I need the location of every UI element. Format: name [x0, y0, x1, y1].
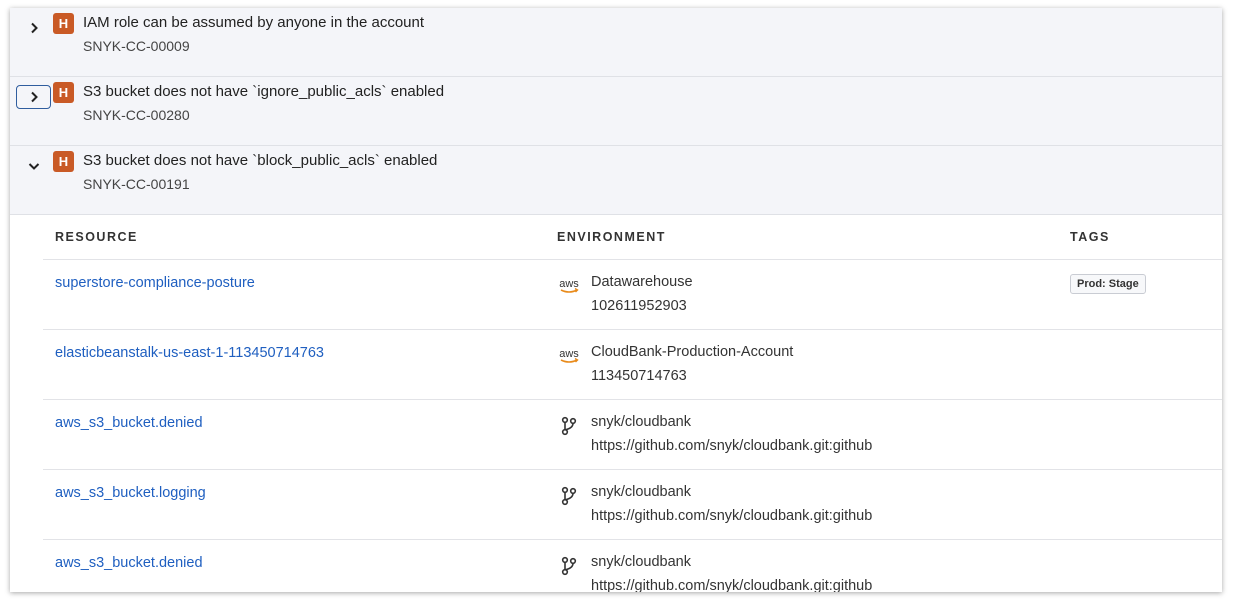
repository-name: snyk/cloudbank	[591, 554, 691, 570]
environment-account-id: 113450714763	[591, 368, 687, 384]
environment-name: CloudBank-Production-Account	[591, 344, 794, 360]
expand-chevron-button[interactable]	[16, 85, 51, 109]
issue-row[interactable]: H IAM role can be assumed by anyone in t…	[10, 8, 1222, 77]
environment-name: Datawarehouse	[591, 274, 693, 290]
collapse-chevron-button[interactable]	[16, 154, 51, 178]
resources-table: RESOURCE ENVIRONMENT TAGS superstore-com…	[10, 215, 1222, 592]
resource-link[interactable]: aws_s3_bucket.denied	[55, 415, 203, 431]
chevron-right-icon	[30, 22, 38, 34]
severity-badge: H	[53, 13, 74, 34]
aws-icon: aws	[557, 276, 581, 296]
table-row: elasticbeanstalk-us-east-1-113450714763 …	[43, 330, 1222, 400]
issue-row[interactable]: H S3 bucket does not have `ignore_public…	[10, 77, 1222, 146]
repository-url: https://github.com/snyk/cloudbank.git:gi…	[591, 578, 873, 592]
issue-id: SNYK-CC-00009	[83, 38, 190, 54]
table-header: RESOURCE ENVIRONMENT TAGS	[43, 215, 1222, 260]
severity-badge: H	[53, 82, 74, 103]
repository-name: snyk/cloudbank	[591, 414, 691, 430]
aws-icon: aws	[557, 346, 581, 366]
tag-badge[interactable]: Prod: Stage	[1070, 274, 1146, 294]
issue-title[interactable]: IAM role can be assumed by anyone in the…	[83, 14, 424, 31]
repository-url: https://github.com/snyk/cloudbank.git:gi…	[591, 508, 873, 524]
environment-account-id: 102611952903	[591, 298, 687, 314]
resource-link[interactable]: aws_s3_bucket.denied	[55, 555, 203, 571]
column-header-resource[interactable]: RESOURCE	[55, 230, 138, 244]
expand-chevron-button[interactable]	[16, 16, 51, 40]
resource-link[interactable]: superstore-compliance-posture	[55, 275, 255, 291]
column-header-environment[interactable]: ENVIRONMENT	[557, 230, 666, 244]
git-branch-icon	[557, 556, 581, 576]
issue-title[interactable]: S3 bucket does not have `block_public_ac…	[83, 152, 437, 169]
issue-id: SNYK-CC-00191	[83, 176, 190, 192]
git-branch-icon	[557, 416, 581, 436]
issue-title[interactable]: S3 bucket does not have `ignore_public_a…	[83, 83, 444, 100]
svg-text:aws: aws	[559, 348, 579, 360]
table-row: superstore-compliance-posture aws Datawa…	[43, 260, 1222, 330]
chevron-down-icon	[28, 163, 39, 170]
table-row: aws_s3_bucket.logging snyk/cloudbank htt…	[43, 470, 1222, 540]
column-header-tags[interactable]: TAGS	[1070, 230, 1110, 244]
issues-panel: H IAM role can be assumed by anyone in t…	[10, 8, 1222, 592]
git-branch-icon	[557, 486, 581, 506]
svg-text:aws: aws	[559, 278, 579, 290]
resource-link[interactable]: aws_s3_bucket.logging	[55, 485, 206, 501]
repository-url: https://github.com/snyk/cloudbank.git:gi…	[591, 438, 873, 454]
table-row: aws_s3_bucket.denied snyk/cloudbank http…	[43, 540, 1222, 592]
resource-link[interactable]: elasticbeanstalk-us-east-1-113450714763	[55, 345, 324, 361]
repository-name: snyk/cloudbank	[591, 484, 691, 500]
issue-row-expanded[interactable]: H S3 bucket does not have `block_public_…	[10, 146, 1222, 215]
chevron-right-icon	[30, 91, 38, 103]
table-row: aws_s3_bucket.denied snyk/cloudbank http…	[43, 400, 1222, 470]
severity-badge: H	[53, 151, 74, 172]
issue-id: SNYK-CC-00280	[83, 107, 190, 123]
